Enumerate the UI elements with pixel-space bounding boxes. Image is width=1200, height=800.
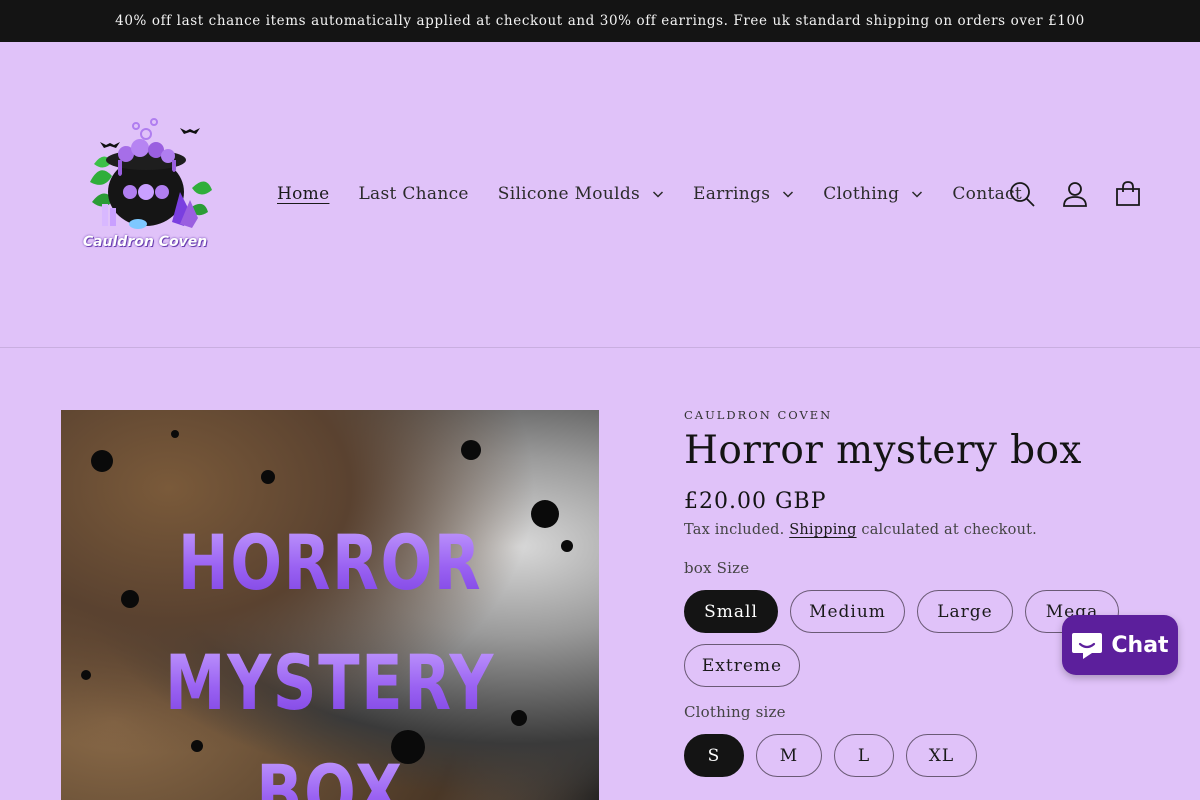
logo-text: Cauldron Coven — [82, 234, 208, 250]
tax-prefix: Tax included. — [684, 522, 785, 538]
product-title: Horror mystery box — [684, 428, 1082, 473]
chat-label: Chat — [1111, 632, 1169, 658]
nav-item-silicone-moulds[interactable]: Silicone Moulds — [498, 184, 664, 204]
nav-item-label: Clothing — [823, 184, 900, 204]
account-icon — [1063, 182, 1087, 207]
nav-item-clothing[interactable]: Clothing — [823, 184, 923, 204]
account-button[interactable] — [1058, 177, 1092, 211]
product-vendor: CAULDRON COVEN — [684, 408, 833, 422]
header-icons — [1005, 177, 1164, 211]
box-size-pill-extreme[interactable]: Extreme — [684, 644, 800, 687]
product-info: CAULDRON COVEN Horror mystery box £20.00… — [684, 408, 1154, 788]
clothing-size-pills: S M L XL — [684, 734, 1154, 788]
product-image[interactable]: HORROR MYSTERY BOX — [61, 410, 599, 800]
nav-item-label: Home — [277, 184, 330, 204]
ink-splat — [81, 670, 91, 680]
ink-splat — [561, 540, 573, 552]
box-size-pill-large[interactable]: Large — [917, 590, 1013, 633]
ink-splat — [91, 450, 113, 472]
ink-splat — [261, 470, 275, 484]
nav-item-earrings[interactable]: Earrings — [693, 184, 794, 204]
clothing-size-label: Clothing size — [684, 703, 786, 721]
announcement-bar: 40% off last chance items automatically … — [0, 0, 1200, 42]
main-nav: Home Last Chance Silicone Moulds Earring… — [277, 182, 1051, 206]
nav-item-label: Last Chance — [358, 184, 469, 204]
site-header: Cauldron Coven Home Last Chance Silicone… — [0, 42, 1200, 348]
nav-item-label: Earrings — [693, 184, 771, 204]
box-size-label: box Size — [684, 559, 750, 577]
poster-title-line: HORROR — [115, 518, 545, 607]
clothing-size-pill-s[interactable]: S — [684, 734, 744, 777]
product-price: £20.00 GBP — [684, 489, 827, 514]
chevron-down-icon — [653, 191, 664, 198]
clothing-size-pill-xl[interactable]: XL — [906, 734, 977, 777]
chat-bubble-icon — [1072, 633, 1103, 659]
nav-item-last-chance[interactable]: Last Chance — [358, 184, 468, 204]
nav-item-home[interactable]: Home — [277, 184, 329, 204]
shipping-link[interactable]: Shipping — [789, 522, 856, 538]
chevron-down-icon — [912, 191, 923, 198]
ink-splat — [171, 430, 179, 438]
tax-note: Tax included. Shipping calculated at che… — [684, 522, 1154, 538]
poster-title-line: MYSTERY — [115, 638, 545, 727]
logo[interactable]: Cauldron Coven — [80, 112, 220, 257]
clothing-size-pill-l[interactable]: L — [834, 734, 894, 777]
announcement-text: 40% off last chance items automatically … — [115, 13, 1085, 29]
tax-suffix: calculated at checkout. — [861, 522, 1037, 538]
ink-splat — [461, 440, 481, 460]
search-button[interactable] — [1005, 177, 1039, 211]
chat-button[interactable]: Chat — [1062, 615, 1178, 675]
search-icon — [1010, 182, 1035, 207]
box-size-pill-medium[interactable]: Medium — [790, 590, 905, 633]
clothing-size-option: Clothing size S M L XL — [684, 703, 1154, 788]
nav-item-label: Silicone Moulds — [497, 184, 641, 204]
box-size-pill-small[interactable]: Small — [684, 590, 778, 633]
cart-icon — [1116, 181, 1140, 206]
chevron-down-icon — [783, 191, 794, 198]
clothing-size-pill-m[interactable]: M — [756, 734, 822, 777]
cauldron-logo-icon — [90, 118, 212, 229]
cart-button[interactable] — [1111, 177, 1145, 211]
poster-title-line: BOX — [115, 748, 545, 800]
